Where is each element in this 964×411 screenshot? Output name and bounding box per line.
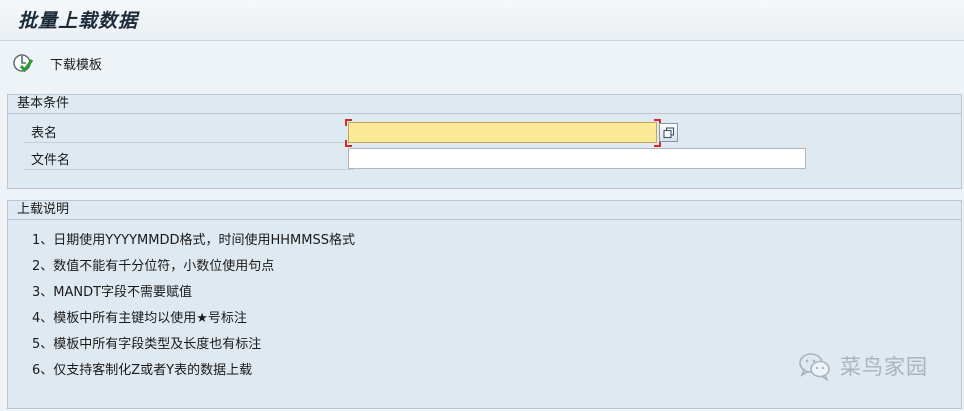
- download-template-button[interactable]: 下载模板: [12, 49, 102, 77]
- note-item: 1、日期使用YYYYMMDD格式，时间使用HHMMSS格式: [32, 233, 355, 248]
- upload-notes-header: 上载说明: [8, 201, 961, 220]
- note-item: 2、数值不能有千分位符，小数位使用句点: [32, 259, 275, 274]
- basic-conditions-body: 表名 文件名: [8, 114, 961, 188]
- file-name-label: 文件名: [31, 153, 71, 168]
- basic-conditions-panel: 基本条件 表名 文件名: [7, 94, 962, 189]
- note-item: 6、仅支持客制化Z或者Y表的数据上载: [32, 363, 253, 378]
- note-item: 3、MANDT字段不需要赋值: [32, 285, 193, 300]
- table-name-f4-help-button[interactable]: [659, 123, 678, 142]
- note-item: 5、模板中所有字段类型及长度也有标注: [32, 337, 262, 352]
- note-item: 4、模板中所有主键均以使用★号标注: [32, 311, 247, 326]
- title-bar: 批量上载数据: [0, 0, 964, 41]
- watermark-text: 菜鸟家园: [840, 355, 928, 379]
- basic-conditions-header: 基本条件: [8, 95, 961, 114]
- focus-corner: [345, 140, 352, 147]
- download-template-label: 下载模板: [50, 57, 103, 73]
- table-name-input[interactable]: [348, 122, 657, 143]
- value-help-icon: [662, 126, 674, 138]
- execute-check-icon: [13, 54, 34, 73]
- row-divider: [24, 169, 354, 170]
- watermark: 菜鸟家园: [798, 351, 928, 381]
- toolbar: 下载模板: [0, 41, 964, 85]
- focus-corner: [345, 119, 352, 126]
- page-title: 批量上载数据: [18, 10, 139, 32]
- wechat-icon: [799, 353, 830, 381]
- file-name-input[interactable]: [348, 148, 806, 169]
- row-divider: [24, 142, 354, 143]
- table-name-label: 表名: [31, 126, 58, 141]
